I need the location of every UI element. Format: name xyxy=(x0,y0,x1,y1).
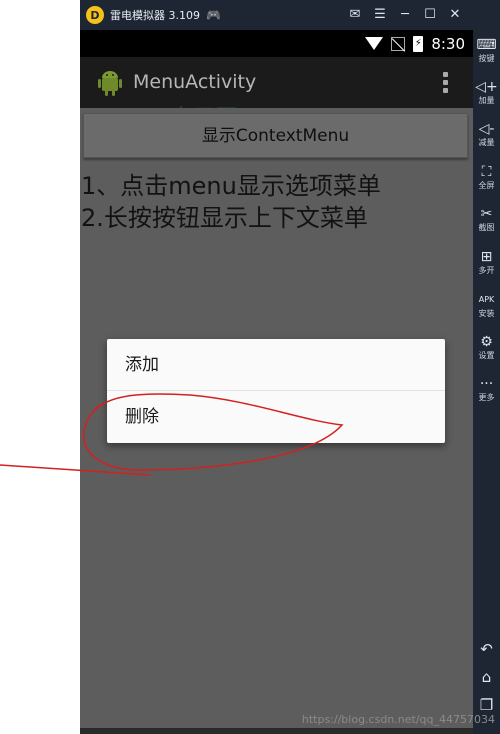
volume-down-icon: ◁- xyxy=(478,121,495,137)
screen-bottom-edge xyxy=(80,728,473,734)
more-icon: ··· xyxy=(479,376,494,392)
sidebar-label: 安装 xyxy=(478,309,495,318)
menu-item-delete[interactable]: 删除 xyxy=(107,391,445,443)
wifi-icon xyxy=(365,37,384,50)
home-icon[interactable]: ⌂ xyxy=(473,668,500,686)
instruction-line-2: 2.长按按钮显示上下文菜单 xyxy=(81,204,368,232)
sidebar-label: 加量 xyxy=(478,96,495,105)
android-app-icon xyxy=(98,71,122,96)
gamepad-icon[interactable]: 🎮 xyxy=(206,8,221,22)
emulator-title: 雷电模拟器 3.109 xyxy=(110,9,200,22)
close-icon[interactable]: ✕ xyxy=(448,0,462,30)
sidebar-label: 截图 xyxy=(478,223,495,232)
fullscreen-icon: ⛶ xyxy=(481,164,492,180)
mail-icon[interactable]: ✉ xyxy=(348,0,362,30)
back-icon[interactable]: ↶ xyxy=(473,640,500,658)
minimize-icon[interactable]: ─ xyxy=(398,0,412,30)
sidebar-item-fullscreen[interactable]: ⛶ 全屏 xyxy=(473,163,500,191)
install-apk-icon: APK xyxy=(478,295,495,304)
sidebar-label: 减量 xyxy=(478,138,495,147)
multi-instance-icon: ⊞ xyxy=(480,249,493,265)
show-context-menu-button[interactable]: 显示ContextMenu xyxy=(83,113,468,158)
menu-item-add[interactable]: 添加 xyxy=(107,339,445,391)
android-status-bar: 8:30 xyxy=(80,30,473,57)
window-controls: ✉ ☰ ─ ☐ ✕ xyxy=(348,0,462,30)
settings-icon: ⚙ xyxy=(480,334,493,350)
keyboard-icon: ⌨ xyxy=(476,37,497,53)
source-url-watermark: https://blog.csdn.net/qq_44757034 xyxy=(301,713,495,726)
volume-up-icon: ◁+ xyxy=(475,79,498,95)
sidebar-item-keys[interactable]: ⌨ 按键 xyxy=(473,36,500,64)
context-menu: 添加 删除 xyxy=(107,339,445,443)
sidebar-item-multi[interactable]: ⊞ 多开 xyxy=(473,248,500,276)
no-signal-icon xyxy=(391,36,406,51)
sidebar-label: 多开 xyxy=(478,266,495,275)
emulator-titlebar: D 雷电模拟器 3.109 🎮 ✉ ☰ ─ ☐ ✕ xyxy=(80,0,500,30)
maximize-icon[interactable]: ☐ xyxy=(423,0,437,30)
emulator-logo-icon: D xyxy=(86,6,104,24)
overflow-menu-icon[interactable] xyxy=(443,72,449,96)
action-bar: MenuActivity xyxy=(80,57,473,108)
sidebar-item-volume-down[interactable]: ◁- 减量 xyxy=(473,120,500,148)
sidebar-item-more[interactable]: ··· 更多 xyxy=(473,375,500,403)
recent-apps-icon[interactable]: ❐ xyxy=(473,696,500,714)
sidebar-label: 按键 xyxy=(478,54,495,63)
instruction-line-1: 1、点击menu显示选项菜单 xyxy=(81,172,381,200)
sidebar-label: 设置 xyxy=(478,351,495,360)
emulator-sidebar: ⌨ 按键 ◁+ 加量 ◁- 减量 ⛶ 全屏 ✂ 截图 ⊞ 多开 APK 安装 ⚙… xyxy=(473,30,500,734)
sidebar-label: 全屏 xyxy=(478,181,495,190)
sidebar-item-screenshot[interactable]: ✂ 截图 xyxy=(473,205,500,233)
sidebar-label: 更多 xyxy=(478,393,495,402)
sidebar-item-install[interactable]: APK 安装 xyxy=(473,291,500,319)
battery-charging-icon xyxy=(413,35,424,52)
sidebar-item-volume-up[interactable]: ◁+ 加量 xyxy=(473,78,500,106)
status-clock: 8:30 xyxy=(431,34,465,53)
sidebar-item-settings[interactable]: ⚙ 设置 xyxy=(473,333,500,361)
menu-icon[interactable]: ☰ xyxy=(373,0,387,30)
scissors-icon: ✂ xyxy=(480,206,493,222)
